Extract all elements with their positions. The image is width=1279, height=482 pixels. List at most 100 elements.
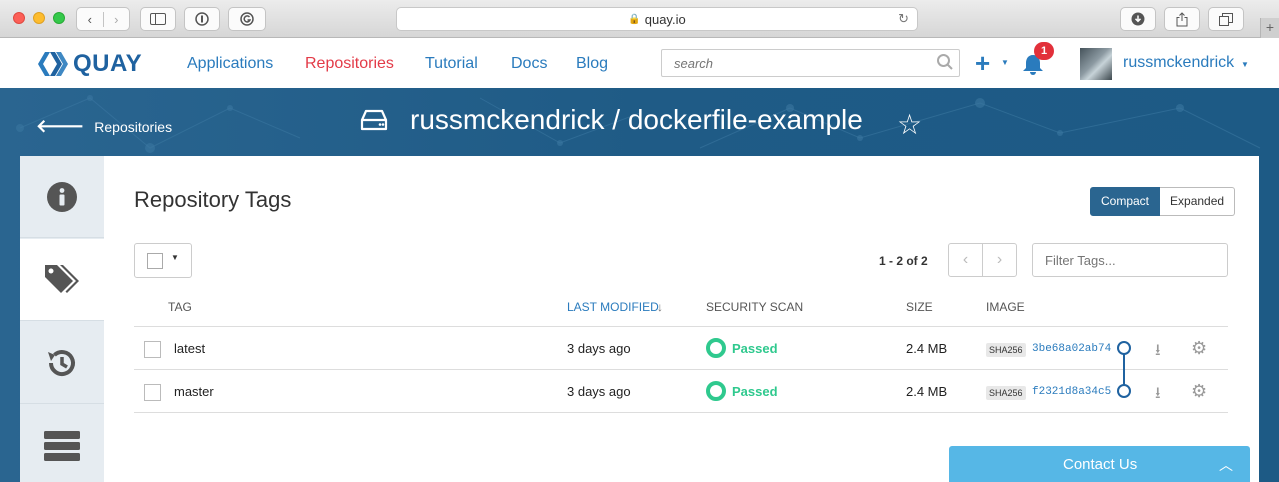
expanded-view-button[interactable]: Expanded (1160, 187, 1236, 216)
sidebar-toggle-button[interactable] (140, 7, 176, 31)
filter-tags-input[interactable] (1032, 243, 1228, 277)
back-button[interactable]: ‹ (77, 12, 103, 27)
quay-logo[interactable]: QUAY (36, 50, 142, 78)
passed-icon (706, 338, 726, 358)
tags-icon (44, 264, 79, 293)
passed-icon (706, 381, 726, 401)
privacy-button[interactable] (184, 7, 220, 31)
back-to-repositories-link[interactable]: 🡐 Repositories (36, 116, 172, 137)
hard-drive-icon (360, 109, 388, 131)
lock-icon: 🔒 (628, 13, 641, 25)
tab-overview-button[interactable] (1208, 7, 1244, 31)
zoom-window-button[interactable] (53, 12, 65, 24)
nav-tutorial[interactable]: Tutorial (425, 55, 478, 73)
col-security-scan[interactable]: SECURITY SCAN (706, 300, 803, 314)
close-window-button[interactable] (13, 12, 25, 24)
col-image: IMAGE (986, 300, 1025, 314)
notification-badge[interactable]: 1 (1034, 42, 1054, 60)
star-icon[interactable]: ☆ (897, 108, 922, 141)
header-divider (134, 326, 1228, 327)
minimize-window-button[interactable] (33, 12, 45, 24)
history-nav: ‹ › (76, 7, 130, 31)
select-all-checkbox[interactable] (147, 253, 163, 269)
prev-page-button[interactable]: ‹ (948, 243, 983, 277)
pagination-text: 1 - 2 of 2 (879, 254, 928, 268)
download-icon (1131, 12, 1145, 26)
history-icon (48, 349, 75, 376)
next-page-button[interactable]: › (982, 243, 1017, 277)
extension-button[interactable] (228, 7, 266, 31)
tab-builds[interactable] (20, 405, 104, 482)
address-bar[interactable]: 🔒 quay.io ↻ (396, 7, 918, 31)
page-title: Repository Tags (134, 187, 292, 212)
col-last-modified[interactable]: LAST MODIFIED (567, 300, 659, 314)
chevron-up-icon[interactable]: ︿ (1219, 455, 1233, 475)
row-checkbox[interactable] (144, 341, 161, 358)
url-text: quay.io (644, 11, 686, 27)
image-node (1117, 384, 1131, 398)
row-divider (134, 369, 1228, 370)
create-new-button[interactable]: + (975, 48, 990, 79)
quay-logo-icon (38, 52, 68, 76)
chevron-down-icon[interactable]: ▼ (171, 253, 179, 262)
grammarly-icon (240, 12, 254, 26)
user-menu[interactable]: russmckendrick (1123, 54, 1234, 72)
last-modified: 3 days ago (567, 384, 631, 399)
image-size: 2.4 MB (906, 384, 948, 399)
sidebar-icon (150, 13, 166, 25)
nav-repositories[interactable]: Repositories (305, 55, 394, 73)
tab-history[interactable] (20, 322, 104, 404)
compact-view-button[interactable]: Compact (1090, 187, 1161, 216)
download-icon[interactable]: ⭳ (1155, 382, 1161, 409)
tab-info[interactable] (20, 156, 104, 238)
forward-button[interactable]: › (102, 11, 130, 27)
col-tag[interactable]: TAG (168, 300, 192, 314)
site-header: QUAY Applications Repositories Tutorial … (0, 38, 1279, 88)
repo-title: russmckendrick / dockerfile-example (360, 104, 863, 136)
new-tab-button[interactable]: + (1260, 18, 1279, 38)
image-id-link[interactable]: 3be68a02ab74 (1032, 343, 1111, 355)
contact-us-widget[interactable]: Contact Us ︿ (949, 446, 1250, 482)
view-mode-toggle: Compact Expanded (1090, 187, 1236, 216)
last-modified: 3 days ago (567, 341, 631, 356)
nav-blog[interactable]: Blog (576, 55, 608, 73)
tag-name[interactable]: latest (174, 341, 205, 356)
info-icon (47, 181, 77, 212)
browser-toolbar: ‹ › 🔒 quay.io ↻ + (0, 0, 1279, 38)
scan-label: Passed (732, 383, 778, 399)
repo-sidebar (20, 156, 105, 482)
repo-name: russmckendrick / dockerfile-example (410, 104, 863, 135)
tab-tags[interactable] (20, 239, 105, 321)
logo-text: QUAY (73, 50, 143, 77)
row-checkbox[interactable] (144, 384, 161, 401)
sha-badge: SHA256 (986, 386, 1026, 400)
tag-name[interactable]: master (174, 384, 214, 399)
security-scan-status[interactable]: Passed (706, 381, 778, 401)
security-scan-status[interactable]: Passed (706, 338, 778, 358)
avatar[interactable] (1080, 48, 1112, 80)
image-node (1117, 341, 1131, 355)
gear-icon[interactable]: ⚙ (1191, 381, 1207, 402)
contact-label: Contact Us (1063, 456, 1138, 473)
row-divider (134, 412, 1228, 413)
privacy-icon (195, 12, 209, 26)
image-size: 2.4 MB (906, 341, 948, 356)
image-id-link[interactable]: f2321d8a34c5 (1032, 386, 1111, 398)
share-button[interactable] (1164, 7, 1200, 31)
arrow-left-icon: 🡐 (36, 116, 85, 136)
sort-desc-icon[interactable]: ↓ (657, 300, 663, 314)
nav-applications[interactable]: Applications (187, 55, 273, 73)
create-caret-icon[interactable]: ▼ (1001, 58, 1009, 67)
back-label: Repositories (94, 118, 173, 135)
download-icon[interactable]: ⭳ (1155, 339, 1161, 366)
tabs-icon (1219, 12, 1233, 26)
col-size[interactable]: SIZE (906, 300, 933, 314)
downloads-button[interactable] (1120, 7, 1156, 31)
search-input[interactable] (661, 49, 960, 77)
gear-icon[interactable]: ⚙ (1191, 338, 1207, 359)
reload-icon[interactable]: ↻ (898, 11, 909, 27)
search-icon[interactable] (936, 53, 954, 71)
user-caret-icon[interactable]: ▼ (1241, 60, 1249, 69)
nav-docs[interactable]: Docs (511, 55, 547, 73)
select-all-dropdown[interactable]: ▼ (134, 243, 192, 278)
